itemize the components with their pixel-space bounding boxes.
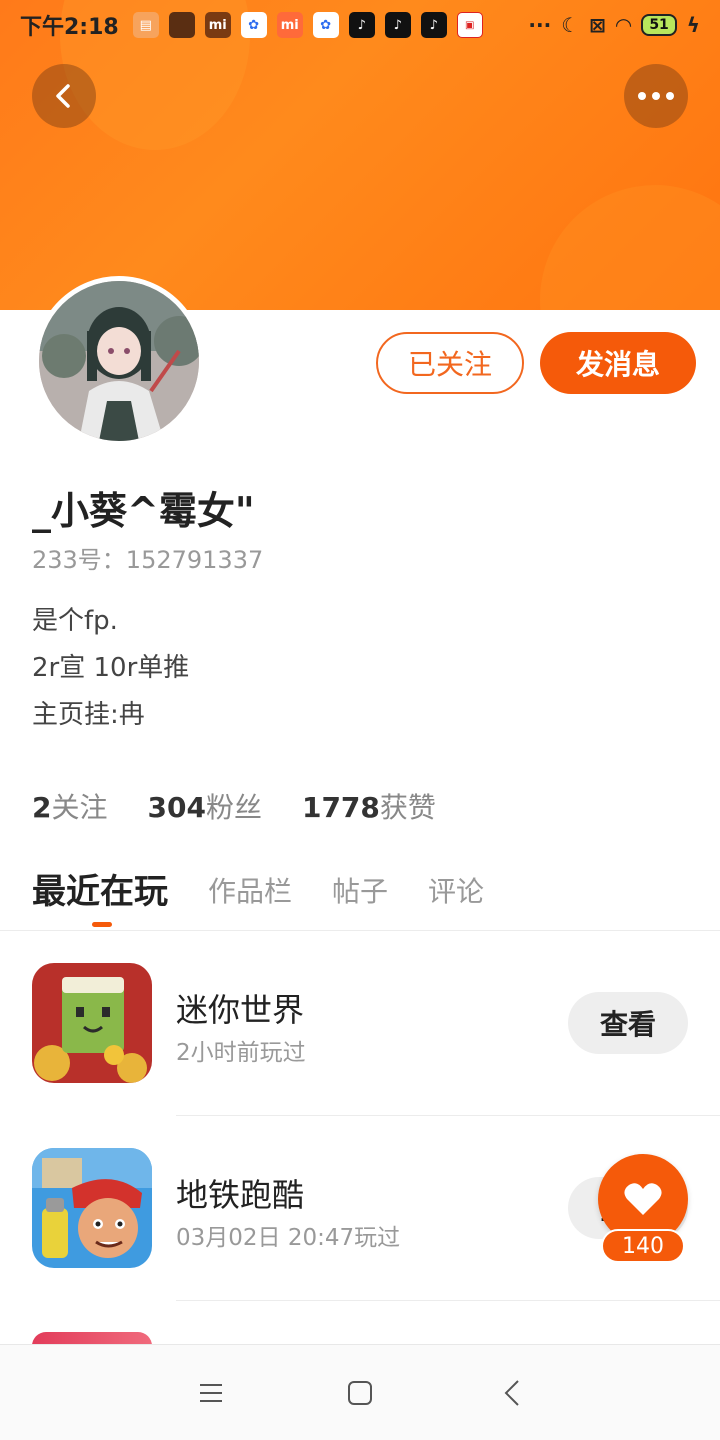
view-button[interactable]: 查看	[568, 992, 688, 1054]
more-dots-icon: ···	[528, 13, 552, 37]
game-icon-mini-world	[32, 963, 152, 1083]
bio-line: 2r宣 10r单推	[32, 653, 190, 683]
game-played-time: 03月02日 20:47玩过	[176, 1225, 401, 1251]
status-time: 下午2:18	[20, 15, 119, 40]
tab-works[interactable]: 作品栏	[208, 862, 292, 910]
tiktok-icon: ♪	[420, 12, 447, 38]
active-tab-indicator	[92, 922, 112, 927]
back-button[interactable]	[32, 64, 96, 128]
game-name: 地铁跑酷	[176, 1176, 305, 1214]
mi-icon: mi	[276, 12, 303, 38]
tiktok-icon: ♪	[348, 12, 375, 38]
tab-comments[interactable]: 评论	[428, 862, 484, 910]
moon-icon: ☾	[561, 13, 580, 37]
news-icon: ▣	[456, 12, 483, 38]
chevron-left-icon	[56, 84, 70, 108]
list-item[interactable]: 迷你世界 2小时前玩过 查看	[0, 931, 720, 1117]
profile-tabs: 最近在玩 作品栏 帖子 评论	[32, 862, 720, 930]
more-dots-icon	[635, 92, 677, 100]
wifi-icon: ◠	[615, 13, 632, 37]
mi-store-icon: mi	[204, 12, 231, 38]
game-played-time: 2小时前玩过	[176, 1040, 306, 1066]
following-button[interactable]: 已关注	[376, 332, 524, 394]
tab-posts[interactable]: 帖子	[332, 862, 388, 910]
stat-likes[interactable]: 1778获赞	[302, 786, 436, 826]
system-nav-bar	[0, 1344, 720, 1440]
send-message-button[interactable]: 发消息	[540, 332, 696, 394]
user-id: 233号：152791337	[32, 546, 264, 574]
like-count: 140	[601, 1229, 685, 1263]
back-triangle-icon[interactable]	[496, 1377, 528, 1409]
heart-icon	[624, 1183, 662, 1215]
status-bar: 下午2:18 ▤ mi ✿ mi ✿ ♪ ♪ ♪ ▣ ··· ☾ ⊠ ◠ 51 …	[0, 0, 720, 50]
baidu-icon: ✿	[312, 12, 339, 38]
profile-stats: 2关注 304粉丝 1778获赞	[32, 786, 436, 826]
tiktok-icon: ♪	[384, 12, 411, 38]
charging-icon: ϟ	[686, 13, 700, 37]
divider	[176, 1300, 720, 1301]
avatar[interactable]	[34, 276, 204, 446]
app-icon	[168, 12, 195, 38]
avatar-image	[39, 281, 199, 441]
stat-fans[interactable]: 304粉丝	[148, 786, 262, 826]
home-square-icon[interactable]	[344, 1377, 376, 1409]
menu-icon[interactable]	[195, 1377, 227, 1409]
bio-line: 是个fp.	[32, 606, 118, 636]
baidu-icon: ✿	[240, 12, 267, 38]
stat-following[interactable]: 2关注	[32, 786, 108, 826]
game-icon-subway-surfers	[32, 1148, 152, 1268]
tab-recently-played[interactable]: 最近在玩	[32, 862, 168, 913]
username: _小葵^霉女"	[32, 489, 255, 533]
game-name: 迷你世界	[176, 991, 305, 1029]
bio-line: 主页挂:冉	[32, 700, 145, 730]
more-options-button[interactable]	[624, 64, 688, 128]
battery-icon: 51	[641, 14, 677, 36]
task-icon: ▤	[132, 12, 159, 38]
sim-off-icon: ⊠	[589, 13, 606, 37]
